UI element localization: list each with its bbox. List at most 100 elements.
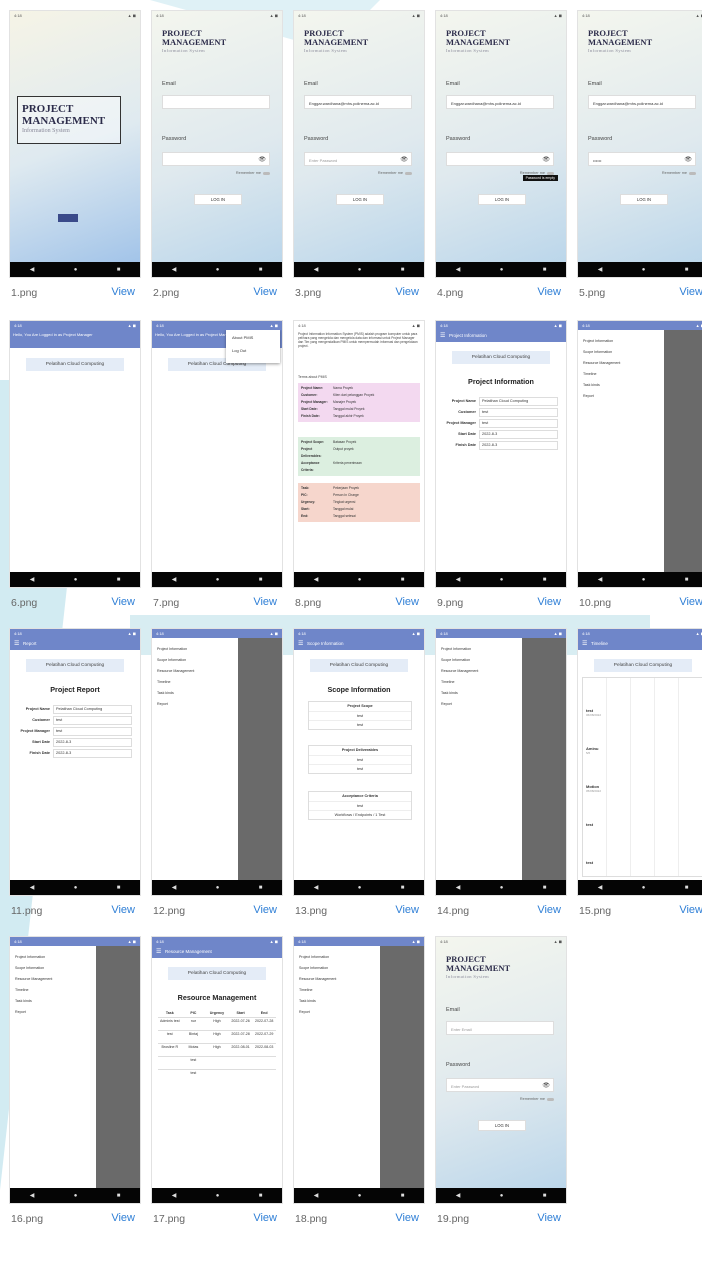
drawer-item[interactable]: Task kinds: [10, 996, 96, 1007]
eye-icon[interactable]: 👁: [542, 156, 550, 163]
home-icon[interactable]: ●: [216, 1193, 220, 1199]
back-icon[interactable]: ◀: [314, 1192, 319, 1199]
drawer-item[interactable]: Scope Information: [294, 963, 380, 974]
login-button[interactable]: LOG IN: [336, 194, 384, 205]
drawer-item[interactable]: Timeline: [294, 985, 380, 996]
drawer-item[interactable]: Scope Information: [152, 655, 238, 666]
menu-icon[interactable]: ☰: [298, 638, 303, 650]
back-icon[interactable]: ◀: [456, 266, 461, 273]
view-link[interactable]: View: [679, 904, 702, 916]
home-icon[interactable]: ●: [642, 577, 646, 583]
screenshot-thumbnail[interactable]: 4:18 ▲ ◼ Project InformationScope Informat…: [151, 628, 283, 896]
screenshot-thumbnail[interactable]: 4:18 ▲ ◼ PROJECTMANAGEMENTInformation Syst…: [293, 10, 425, 278]
screenshot-thumbnail[interactable]: 4:18 ▲ ◼ PROJECTMANAGEMENTInformation Syst…: [9, 10, 141, 278]
password-field[interactable]: 👁: [446, 152, 554, 166]
drawer-item[interactable]: Resource Management: [152, 666, 238, 677]
home-icon[interactable]: ●: [500, 1193, 504, 1199]
recent-apps-icon[interactable]: ■: [401, 577, 405, 583]
recent-apps-icon[interactable]: ■: [401, 267, 405, 273]
view-link[interactable]: View: [111, 286, 135, 298]
view-link[interactable]: View: [537, 596, 561, 608]
home-icon[interactable]: ●: [216, 885, 220, 891]
eye-icon[interactable]: 👁: [684, 156, 692, 163]
view-link[interactable]: View: [679, 286, 702, 298]
view-link[interactable]: View: [537, 1212, 561, 1224]
drawer-item[interactable]: Timeline: [10, 985, 96, 996]
password-field[interactable]: •••••• 👁: [588, 152, 696, 166]
view-link[interactable]: View: [537, 286, 561, 298]
back-icon[interactable]: ◀: [598, 576, 603, 583]
screenshot-thumbnail[interactable]: 4:18 ▲ ◼ ☰ Project Information Pelatihan Clo…: [435, 320, 567, 588]
home-icon[interactable]: ●: [216, 267, 220, 273]
screenshot-thumbnail[interactable]: 4:18 ▲ ◼ Project InformationScope Informat…: [9, 936, 141, 1204]
menu-icon[interactable]: ☰: [14, 638, 19, 650]
recent-apps-icon[interactable]: ■: [259, 577, 263, 583]
drawer-item[interactable]: Project Information: [578, 336, 664, 347]
home-icon[interactable]: ●: [74, 577, 78, 583]
home-icon[interactable]: ●: [358, 267, 362, 273]
drawer-item[interactable]: Scope Information: [578, 347, 664, 358]
remember-me-toggle[interactable]: Remember me: [236, 171, 270, 175]
view-link[interactable]: View: [111, 596, 135, 608]
view-link[interactable]: View: [395, 596, 419, 608]
view-link[interactable]: View: [111, 1212, 135, 1224]
drawer-item[interactable]: Task kinds: [152, 688, 238, 699]
menu-item-logout[interactable]: Log Out: [226, 340, 280, 353]
menu-icon[interactable]: ☰: [440, 330, 445, 342]
menu-item-about[interactable]: About PMIS: [226, 329, 280, 340]
back-icon[interactable]: ◀: [30, 1192, 35, 1199]
back-icon[interactable]: ◀: [314, 266, 319, 273]
recent-apps-icon[interactable]: ■: [259, 267, 263, 273]
recent-apps-icon[interactable]: ■: [685, 267, 689, 273]
back-icon[interactable]: ◀: [314, 576, 319, 583]
eye-icon[interactable]: 👁: [258, 156, 266, 163]
back-icon[interactable]: ◀: [30, 884, 35, 891]
view-link[interactable]: View: [253, 286, 277, 298]
toggle-switch[interactable]: [263, 171, 270, 175]
home-icon[interactable]: ●: [500, 885, 504, 891]
screenshot-thumbnail[interactable]: 4:18 ▲ ◼ ☰ Report Pelatihan Cloud Computing P…: [9, 628, 141, 896]
course-button[interactable]: Pelatihan Cloud Computing: [452, 351, 550, 364]
login-button[interactable]: LOG IN: [478, 1120, 526, 1131]
home-icon[interactable]: ●: [358, 577, 362, 583]
back-icon[interactable]: ◀: [456, 884, 461, 891]
drawer-item[interactable]: Scope Information: [436, 655, 522, 666]
login-button[interactable]: LOG IN: [194, 194, 242, 205]
back-icon[interactable]: ◀: [172, 1192, 177, 1199]
recent-apps-icon[interactable]: ■: [117, 267, 121, 273]
email-field[interactable]: Enggar.wardhana@mhs.polinema.ac.id: [588, 95, 696, 109]
drawer-item[interactable]: Report: [10, 1007, 96, 1018]
drawer-item[interactable]: Resource Management: [436, 666, 522, 677]
remember-me-toggle[interactable]: Remember me: [378, 171, 412, 175]
back-icon[interactable]: ◀: [172, 884, 177, 891]
drawer-item[interactable]: Project Information: [152, 644, 238, 655]
drawer-item[interactable]: Report: [436, 699, 522, 710]
drawer-item[interactable]: Task kinds: [294, 996, 380, 1007]
view-link[interactable]: View: [253, 904, 277, 916]
password-field[interactable]: 👁: [162, 152, 270, 166]
drawer-item[interactable]: Task kinds: [578, 380, 664, 391]
screenshot-thumbnail[interactable]: 4:18 ▲ ◼ Project Information Information S…: [293, 320, 425, 588]
drawer-item[interactable]: Task kinds: [436, 688, 522, 699]
recent-apps-icon[interactable]: ■: [543, 267, 547, 273]
login-button[interactable]: LOG IN: [478, 194, 526, 205]
back-icon[interactable]: ◀: [456, 576, 461, 583]
drawer-item[interactable]: Resource Management: [578, 358, 664, 369]
course-button[interactable]: Pelatihan Cloud Computing: [168, 967, 266, 980]
drawer-scrim[interactable]: [238, 638, 282, 880]
recent-apps-icon[interactable]: ■: [685, 577, 689, 583]
drawer-scrim[interactable]: [380, 946, 424, 1188]
back-icon[interactable]: ◀: [30, 266, 35, 273]
toggle-switch[interactable]: [689, 171, 696, 175]
home-icon[interactable]: ●: [74, 885, 78, 891]
remember-me-toggle[interactable]: Remember me: [520, 171, 554, 175]
drawer-item[interactable]: Resource Management: [10, 974, 96, 985]
drawer-item[interactable]: Report: [152, 699, 238, 710]
recent-apps-icon[interactable]: ■: [543, 577, 547, 583]
screenshot-thumbnail[interactable]: 4:18 ▲ ◼ Hello, You Are Logged in as Proje…: [151, 320, 283, 588]
toggle-switch[interactable]: [405, 171, 412, 175]
view-link[interactable]: View: [679, 596, 702, 608]
drawer-item[interactable]: Report: [294, 1007, 380, 1018]
screenshot-thumbnail[interactable]: 4:18 ▲ ◼ PROJECTMANAGEMENTInformation Syst…: [435, 10, 567, 278]
drawer-item[interactable]: Timeline: [436, 677, 522, 688]
